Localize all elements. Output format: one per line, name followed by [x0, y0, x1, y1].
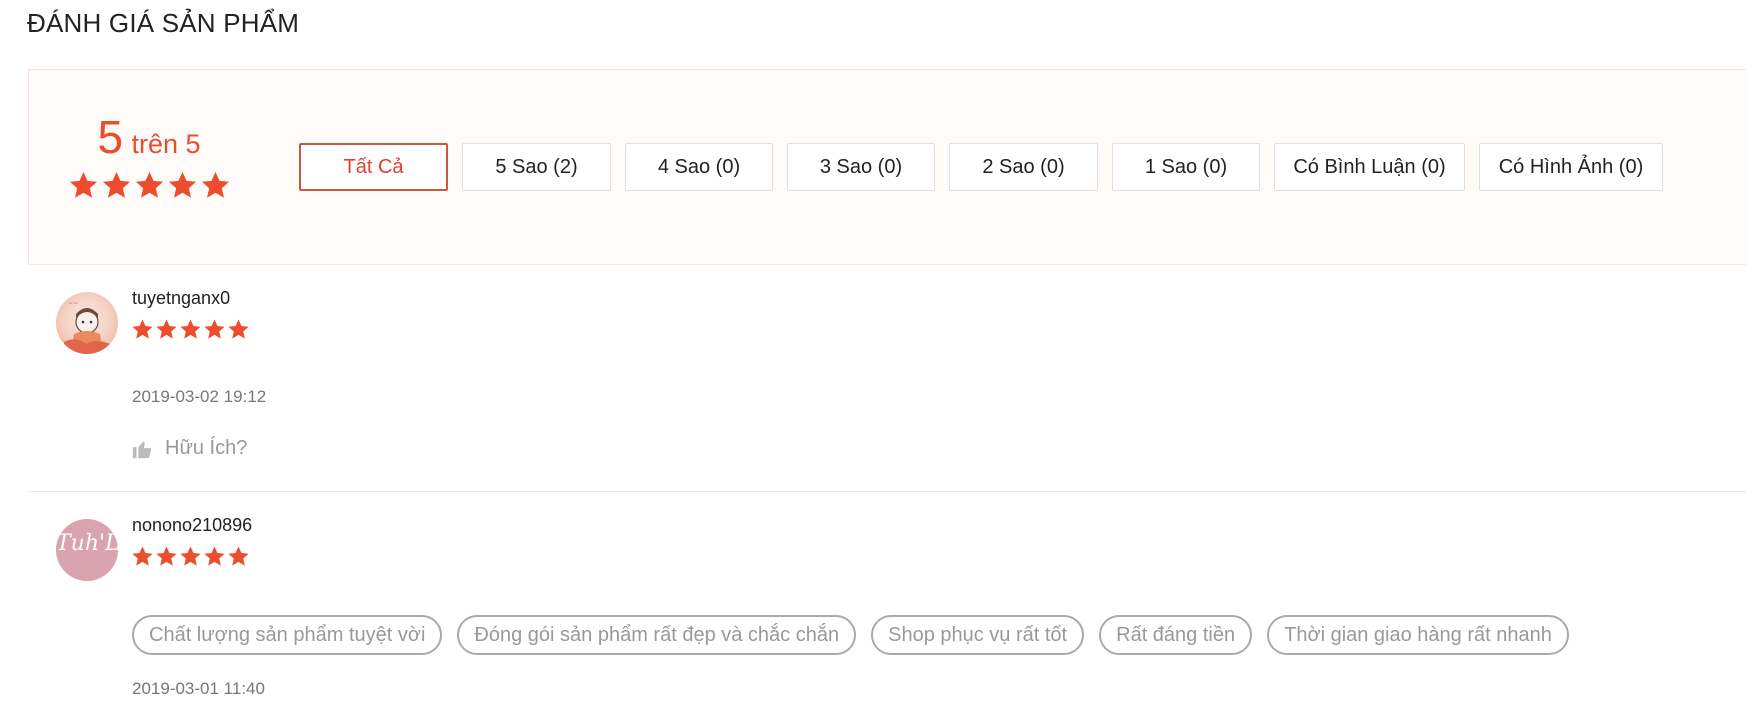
filter-1-star-button[interactable]: 1 Sao (0): [1112, 143, 1260, 191]
star-icon: [204, 319, 225, 339]
helpful-label: Hữu Ích?: [165, 437, 248, 459]
star-icon: [156, 546, 177, 566]
svg-text:~~: ~~: [68, 300, 78, 307]
review-timestamp: 2019-03-01 11:40: [132, 679, 265, 698]
score-stars: [67, 170, 231, 201]
star-icon: [132, 546, 153, 566]
filter-4-star-button[interactable]: 4 Sao (0): [625, 143, 773, 191]
star-icon: [228, 546, 249, 566]
review-timestamp: 2019-03-02 19:12: [132, 387, 267, 406]
review-tag: Rất đáng tiền: [1099, 615, 1253, 655]
score-suffix: trên 5: [131, 129, 201, 159]
star-icon: [132, 319, 153, 339]
review-tags: Chất lượng sản phẩm tuyệt vời Đóng gói s…: [132, 615, 1584, 655]
star-icon: [102, 171, 130, 198]
average-score: 5 trên 5: [67, 114, 231, 201]
thumbs-up-icon: [132, 441, 152, 458]
review-username[interactable]: nonono210896: [132, 515, 252, 536]
filter-with-comment-button[interactable]: Có Bình Luận (0): [1274, 143, 1465, 191]
review-tag: Thời gian giao hàng rất nhanh: [1267, 615, 1569, 655]
star-icon: [201, 171, 229, 198]
star-icon: [69, 171, 97, 198]
star-icon: [204, 546, 225, 566]
review-stars: [131, 545, 250, 568]
star-icon: [156, 319, 177, 339]
star-icon: [135, 171, 163, 198]
avatar-text: Tuh'L: [56, 531, 118, 556]
filter-all-button[interactable]: Tất Cả: [299, 143, 448, 191]
filter-row: Tất Cả 5 Sao (2) 4 Sao (0) 3 Sao (0) 2 S…: [299, 143, 1677, 191]
filter-3-star-button[interactable]: 3 Sao (0): [787, 143, 935, 191]
avatar[interactable]: ~~: [56, 292, 118, 354]
review-stars: [131, 318, 250, 341]
filter-5-star-button[interactable]: 5 Sao (2): [462, 143, 611, 191]
filter-with-image-button[interactable]: Có Hình Ảnh (0): [1479, 143, 1663, 191]
helpful-button[interactable]: Hữu Ích?: [131, 437, 247, 460]
avatar[interactable]: Tuh'L: [56, 519, 118, 581]
review-item: Tuh'L nonono210896 Chất lượng sản phẩm t…: [28, 492, 1746, 713]
star-icon: [180, 546, 201, 566]
review-tag: Shop phục vụ rất tốt: [871, 615, 1085, 655]
filter-2-star-button[interactable]: 2 Sao (0): [949, 143, 1098, 191]
review-tag: Chất lượng sản phẩm tuyệt vời: [132, 615, 443, 655]
review-username[interactable]: tuyetnganx0: [132, 288, 230, 309]
score-value: 5: [97, 111, 124, 163]
page-title: ĐÁNH GIÁ SẢN PHẨM: [27, 8, 300, 38]
rating-overview: 5 trên 5 Tất Cả 5 Sao (2) 4 Sao (0) 3 Sa…: [28, 69, 1746, 265]
avatar-illustration-icon: ~~: [64, 300, 110, 354]
review-item: ~~ tuyetnganx0 2019-03-02 19:12 Hữu Ích?: [28, 265, 1746, 492]
star-icon: [228, 319, 249, 339]
review-tag: Đóng gói sản phẩm rất đẹp và chắc chắn: [457, 615, 857, 655]
star-icon: [168, 171, 196, 198]
star-icon: [180, 319, 201, 339]
